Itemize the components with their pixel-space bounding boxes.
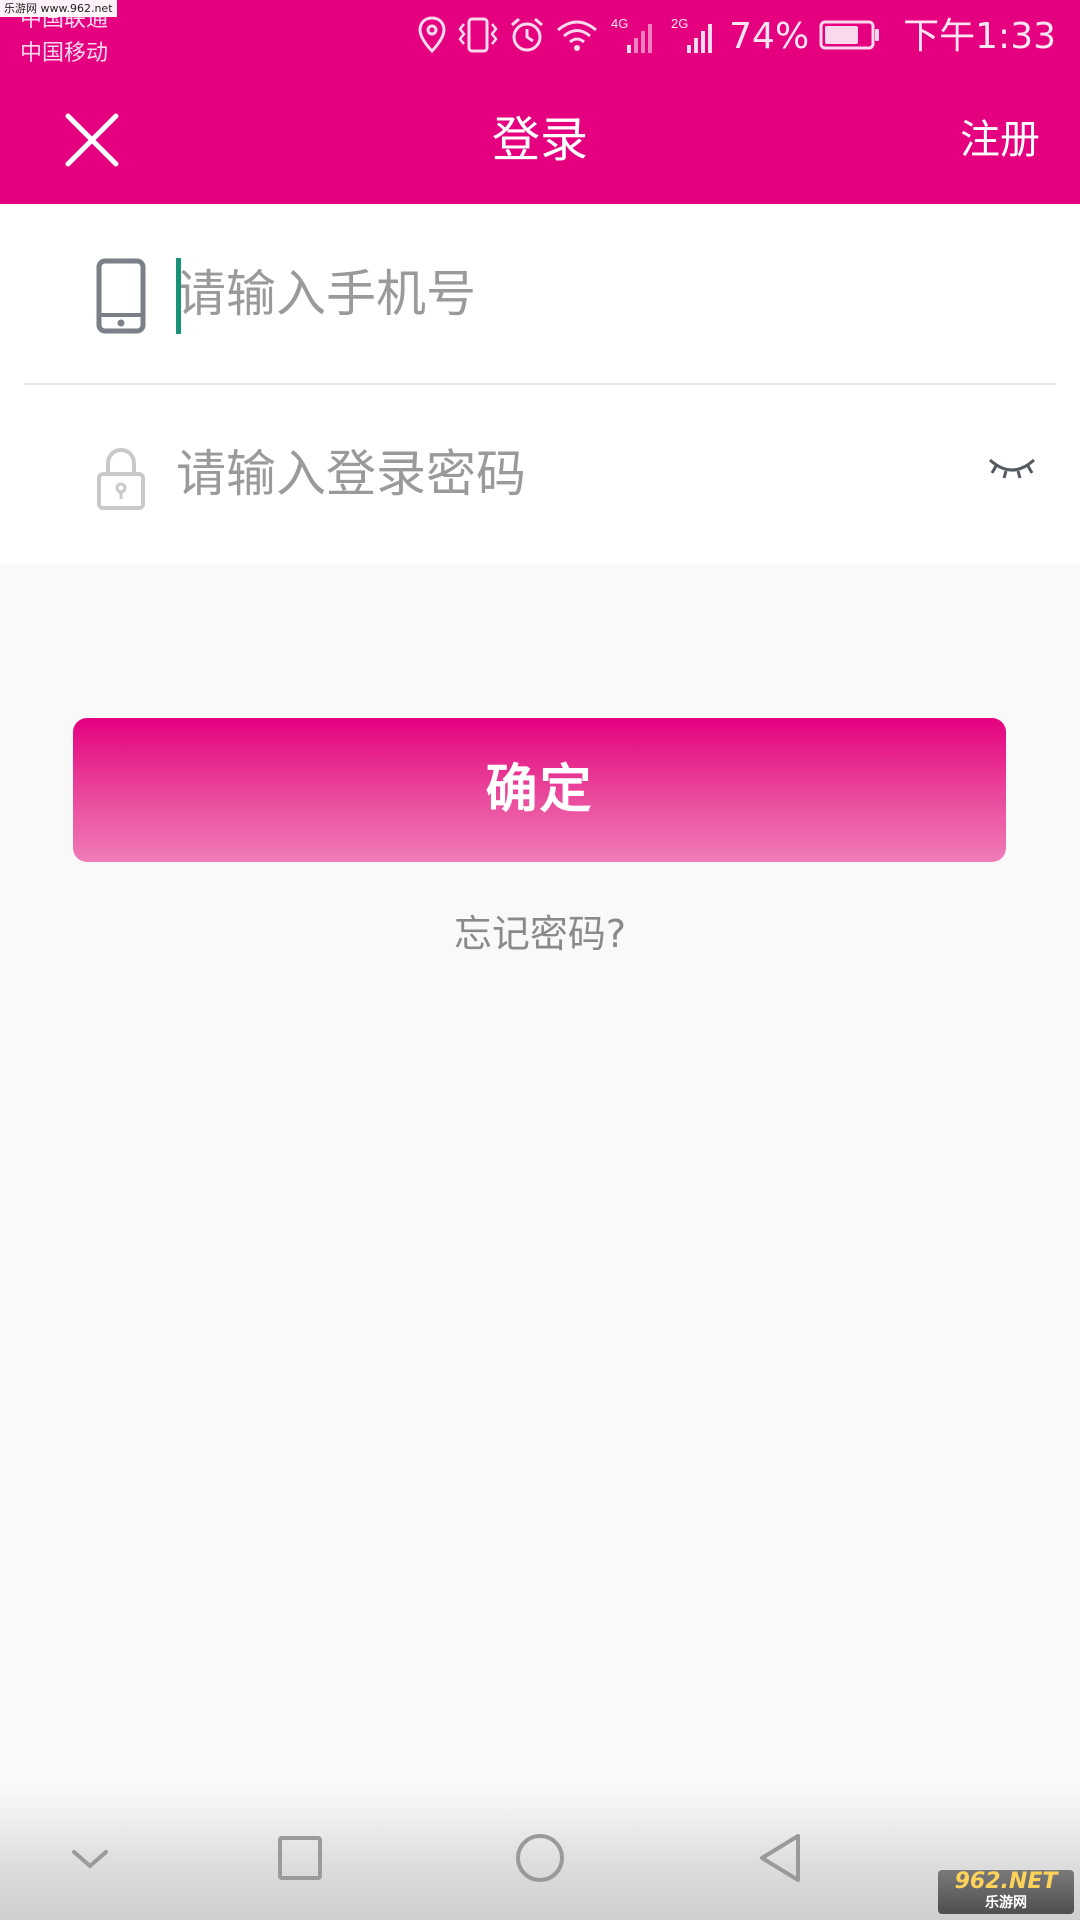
text-cursor	[176, 258, 181, 334]
clock: 下午1:33	[903, 16, 1056, 57]
battery-percent: 74%	[729, 16, 810, 57]
close-button[interactable]	[60, 108, 124, 172]
wifi-icon	[555, 16, 599, 58]
square-icon	[278, 1836, 322, 1880]
page-title: 登录	[491, 112, 588, 168]
password-visibility-toggle[interactable]	[986, 446, 1038, 486]
nav-hide-button[interactable]	[60, 1830, 120, 1890]
location-icon	[417, 16, 447, 58]
status-bar: 中国联通 中国移动 乐游网 www.962.net 4G 2G 74% 下午1:…	[0, 0, 1080, 76]
login-form	[0, 204, 1080, 564]
battery-icon	[819, 19, 881, 55]
triangle-back-icon	[760, 1834, 800, 1882]
system-navigation-bar: 962.NET 乐游网	[0, 1790, 1080, 1920]
eye-closed-icon	[988, 458, 1036, 479]
nav-back-button[interactable]	[750, 1830, 810, 1890]
signal-icon: 2G	[669, 15, 719, 59]
site-watermark: 乐游网 www.962.net	[0, 0, 117, 17]
status-icons: 4G 2G 74% 下午1:33	[417, 12, 1056, 62]
signal-icon: 4G	[609, 15, 659, 59]
phone-icon	[96, 258, 146, 334]
phone-number-input[interactable]	[176, 249, 956, 339]
close-icon	[65, 113, 119, 167]
chevron-down-icon	[72, 1850, 108, 1869]
site-logo-watermark: 962.NET 乐游网	[938, 1870, 1074, 1914]
circle-icon	[516, 1834, 564, 1882]
header: 中国联通 中国移动 乐游网 www.962.net 4G 2G 74% 下午1:…	[0, 0, 1080, 204]
network-type-label: 2G	[671, 16, 688, 31]
title-bar: 登录 注册	[0, 76, 1080, 204]
carrier-label-2: 中国移动	[20, 41, 109, 66]
watermark-sub-text: 乐游网	[985, 1895, 1027, 1911]
forgot-password-link[interactable]: 忘记密码?	[0, 906, 1080, 962]
confirm-button[interactable]: 确定	[73, 718, 1006, 862]
vibrate-icon	[457, 16, 499, 58]
password-input[interactable]	[176, 429, 956, 519]
phone-row	[0, 204, 1080, 385]
nav-recent-button[interactable]	[270, 1830, 330, 1890]
lock-icon	[96, 446, 146, 522]
register-button[interactable]: 注册	[960, 76, 1040, 204]
password-row	[0, 384, 1080, 564]
watermark-main-text: 962.NET	[954, 1869, 1058, 1894]
nav-home-button[interactable]	[510, 1830, 570, 1890]
network-type-label: 4G	[611, 16, 628, 31]
alarm-icon	[509, 16, 545, 58]
